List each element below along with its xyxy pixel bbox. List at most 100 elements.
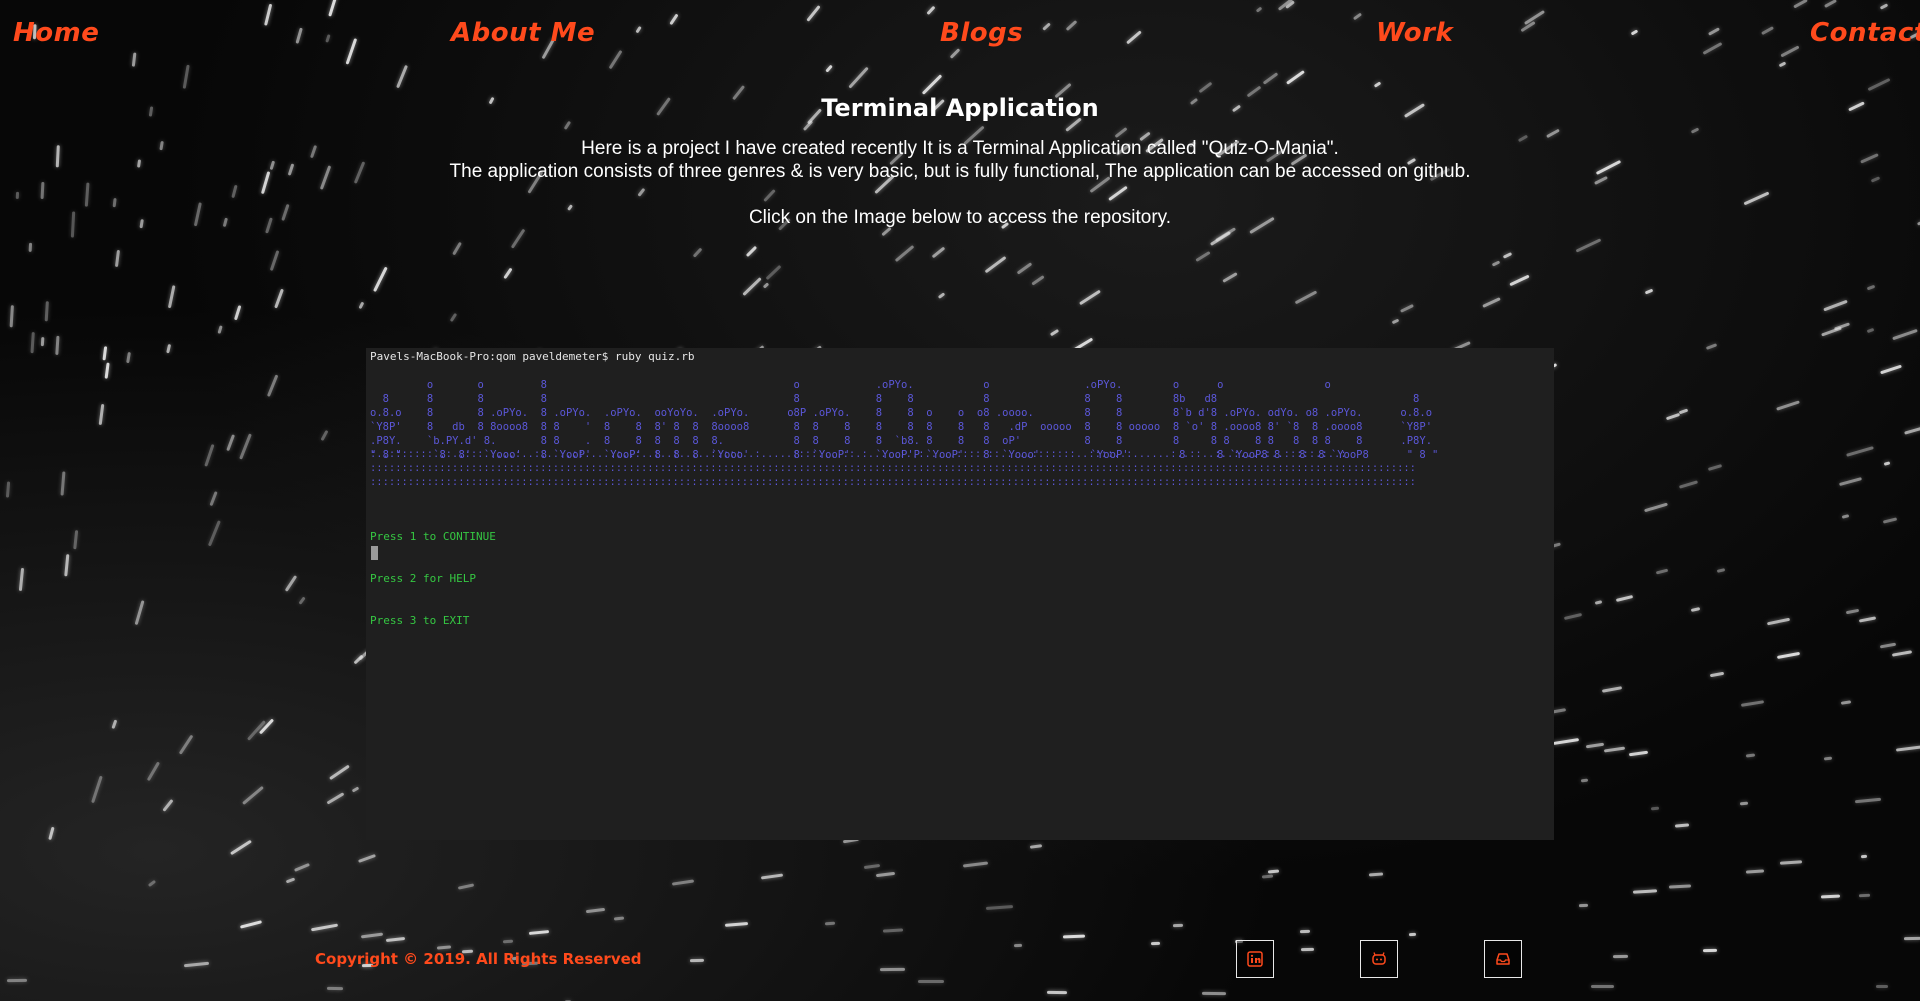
light-streak [1645,288,1655,295]
nav-about[interactable]: About Me [451,18,595,48]
light-streak [1879,642,1897,649]
light-streak [1775,400,1800,411]
light-streak [167,284,176,309]
nav-home[interactable]: Home [13,18,99,48]
light-streak [1883,461,1891,467]
light-streak [1262,874,1274,879]
linkedin-icon [1247,951,1263,967]
inbox-link[interactable] [1484,940,1522,978]
light-streak [1665,412,1681,420]
light-streak [742,276,763,296]
linkedin-link[interactable] [1236,940,1274,978]
light-streak [230,839,252,856]
terminal-prompt: Pavels-MacBook-Pro:qom paveldemeter$ rub… [370,350,695,363]
light-streak [146,761,160,782]
light-streak [231,185,238,199]
page-title: Terminal Application [821,94,1099,122]
light-streak [880,967,906,972]
terminal-menu: Press 1 to CONTINUE Press 2 for HELP Pre… [370,502,496,656]
light-streak [1615,594,1633,602]
light-streak [1745,753,1755,758]
light-streak [178,734,194,756]
light-streak [1867,77,1891,92]
light-streak [373,267,388,293]
terminal-dots-divider: :..:::::::..:..:::.....:..:.....::.....:… [370,449,1416,489]
light-streak [1299,930,1310,934]
light-streak [162,799,174,812]
light-streak [1879,3,1889,10]
light-streak [1013,943,1022,948]
light-streak [1578,903,1588,907]
light-streak [6,481,11,498]
light-streak [217,325,224,335]
light-streak [1655,568,1669,575]
light-streak [1896,745,1920,752]
light-streak [396,64,409,89]
light-streak [1591,985,1614,989]
intro-line-2: The application consists of three genres… [449,161,1471,182]
light-streak [671,879,695,886]
light-streak [1594,600,1603,606]
light-streak [204,444,215,467]
light-streak [15,192,19,199]
light-streak [1062,934,1086,939]
intro-line-1: Here is a project I have created recentl… [581,138,1339,159]
light-streak [1198,82,1213,94]
light-streak [40,337,44,347]
light-streak [1743,192,1769,206]
light-streak [320,430,329,442]
light-streak [921,74,942,95]
light-streak [1509,275,1530,287]
light-streak [1779,61,1787,68]
nav-blogs[interactable]: Blogs [940,18,1023,48]
light-streak [1286,70,1305,85]
light-streak [458,883,475,890]
light-streak [1779,860,1803,866]
light-streak [1822,299,1848,312]
nav-work[interactable]: Work [1376,18,1453,48]
light-streak [985,255,1008,274]
nav-contact[interactable]: Contact [1810,18,1920,48]
github-link[interactable] [1360,940,1398,978]
light-streak [134,599,145,625]
light-streak [1632,889,1657,894]
light-streak [269,249,280,271]
light-streak [1879,364,1902,374]
light-streak [689,958,705,962]
light-streak [1854,798,1882,804]
light-streak [762,188,776,202]
light-streak [7,979,27,983]
light-streak [148,879,157,888]
github-icon [1372,952,1386,965]
light-streak [1741,700,1765,708]
light-streak [1766,617,1791,626]
light-streak [1705,342,1718,350]
light-streak [1820,894,1841,899]
light-streak [1046,990,1067,995]
light-streak [1891,650,1912,657]
light-streak [963,861,989,868]
light-streak [238,433,252,460]
light-streak [1702,948,1718,953]
terminal-screenshot-link[interactable]: Pavels-MacBook-Pro:qom paveldemeter$ rub… [366,348,1554,840]
light-streak [1373,81,1382,89]
light-streak [1709,671,1725,677]
light-streak [327,792,345,805]
light-streak [242,786,264,805]
light-streak [1691,127,1700,135]
light-streak [285,878,295,884]
light-streak [1491,260,1501,267]
light-streak [112,197,117,208]
light-streak [1707,463,1723,471]
light-streak [1903,423,1920,435]
light-streak [1151,941,1161,945]
light-streak [111,719,118,730]
light-streak [746,245,758,258]
light-streak [1793,0,1809,9]
light-streak [1821,326,1843,337]
light-streak [1603,746,1625,753]
copyright-text: Copyright © 2019. All Rights Reserved [315,950,642,968]
light-streak [1050,328,1060,336]
light-streak [104,362,110,380]
light-streak [226,433,236,451]
